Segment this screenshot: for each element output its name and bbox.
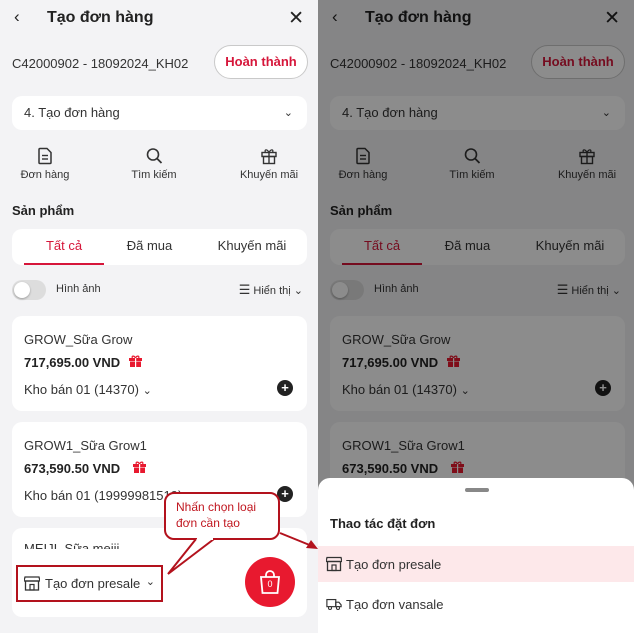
- action-bar: Đơn hàng Tìm kiếm Khuyến mãi: [0, 146, 318, 186]
- add-product-button[interactable]: +: [277, 380, 293, 396]
- store-icon: [326, 556, 342, 572]
- stock-label[interactable]: Kho bán 01 (19999981519): [24, 488, 182, 503]
- search-action[interactable]: Tìm kiếm: [122, 146, 186, 181]
- product-price: 673,590.50 VND: [24, 461, 121, 476]
- chevron-down-icon: ⌄: [283, 107, 293, 119]
- product-price: 717,695.00 VND: [24, 355, 121, 370]
- image-toggle[interactable]: [12, 280, 46, 300]
- callout-annotation: Nhấn chọn loại đơn cần tạo: [164, 492, 280, 540]
- product-tabs: Tất cả Đã mua Khuyến mãi: [12, 229, 307, 265]
- product-card[interactable]: GROW_Sữa Grow 717,695.00 VND Kho bán 01 …: [12, 316, 307, 411]
- step-select-value: 4. Tạo đơn hàng: [24, 105, 120, 120]
- order-screen-left: ‹ Tạo đơn hàng ✕ C42000902 - 18092024_KH…: [0, 0, 318, 633]
- orders-action[interactable]: Đơn hàng: [14, 146, 76, 181]
- tab-all[interactable]: Tất cả: [24, 229, 104, 265]
- complete-button[interactable]: Hoàn thành: [214, 45, 308, 79]
- display-label: Hiển thị: [253, 285, 291, 297]
- header: ‹ Tạo đơn hàng ✕: [0, 0, 318, 38]
- order-screen-right: ‹ Tạo đơn hàng ✕ C42000902 - 18092024_KH…: [318, 0, 634, 633]
- page-title: Tạo đơn hàng: [47, 9, 154, 26]
- store-icon: [24, 576, 40, 591]
- sheet-drag-handle[interactable]: [465, 488, 489, 492]
- menu-icon: ☰: [238, 282, 251, 297]
- chevron-down-icon: ⌄: [142, 385, 152, 397]
- chevron-down-icon: ⌄: [293, 285, 303, 297]
- order-action-sheet: Thao tác đặt đơn Tạo đơn presale Tạo đơn…: [318, 478, 634, 633]
- order-code: C42000902 - 18092024_KH02: [12, 56, 189, 71]
- promotions-label: Khuyến mãi: [239, 169, 299, 181]
- toggle-knob: [14, 282, 30, 298]
- create-presale-option[interactable]: Tạo đơn presale: [318, 546, 634, 582]
- callout-line-1: Nhấn chọn loại: [176, 500, 257, 514]
- search-icon: [146, 148, 162, 164]
- gift-icon: [261, 149, 277, 165]
- callout-line-2: đơn cần tạo: [176, 516, 240, 530]
- product-name: GROW1_Sữa Grow1: [24, 438, 147, 453]
- stock-select[interactable]: Kho bán 01 (14370) ⌄: [24, 382, 152, 397]
- order-type-value: Tạo đơn presale: [45, 576, 141, 591]
- product-name: GROW_Sữa Grow: [24, 332, 133, 347]
- sheet-title: Thao tác đặt đơn: [330, 516, 436, 531]
- promotions-action[interactable]: Khuyến mãi: [234, 146, 304, 181]
- orders-label: Đơn hàng: [20, 169, 70, 181]
- cart-button[interactable]: 0: [245, 557, 295, 607]
- create-vansale-option[interactable]: Tạo đơn vansale: [318, 586, 634, 622]
- truck-icon: [326, 598, 342, 611]
- search-label: Tìm kiếm: [131, 169, 177, 181]
- cart-count: 0: [267, 579, 273, 589]
- step-select[interactable]: 4. Tạo đơn hàng ⌄: [12, 96, 307, 130]
- option-row: Hình ảnh ☰ Hiển thị ⌄: [12, 279, 307, 303]
- tab-promotions[interactable]: Khuyến mãi: [207, 229, 297, 265]
- chevron-down-icon: ⌄: [145, 576, 155, 588]
- image-label: Hình ảnh: [56, 283, 101, 295]
- bottom-bar: Tạo đơn presale ⌄ 0: [12, 549, 307, 617]
- close-icon[interactable]: ✕: [288, 7, 304, 30]
- stock-label: Kho bán 01 (14370): [24, 382, 139, 397]
- document-icon: [38, 147, 52, 165]
- products-section-title: Sản phẩm: [12, 203, 75, 218]
- gift-badge-icon: [133, 461, 146, 473]
- gift-badge-icon: [129, 355, 142, 367]
- display-menu[interactable]: ☰ Hiển thị ⌄: [239, 282, 303, 298]
- tab-purchased[interactable]: Đã mua: [112, 229, 187, 265]
- presale-label: Tạo đơn presale: [346, 557, 442, 572]
- chevron-left-icon[interactable]: ‹: [14, 7, 20, 27]
- vansale-label: Tạo đơn vansale: [346, 597, 444, 612]
- order-type-select[interactable]: Tạo đơn presale ⌄: [16, 565, 163, 602]
